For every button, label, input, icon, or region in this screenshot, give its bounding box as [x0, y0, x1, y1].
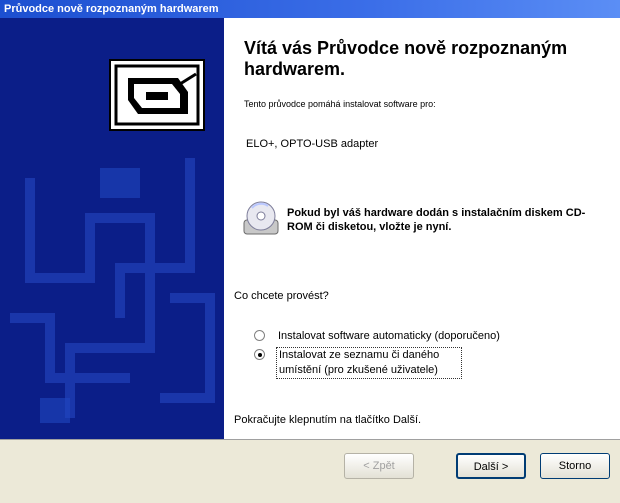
side-panel — [0, 18, 224, 439]
content-area: Vítá vás Průvodce nově rozpoznaným hardw… — [224, 18, 620, 439]
cd-instructions: Pokud byl váš hardware dodán s instalačn… — [287, 207, 586, 233]
radio-list-install[interactable] — [254, 349, 265, 360]
hardware-device-icon — [108, 58, 206, 132]
continue-hint: Pokračujte klepnutím na tlačítko Další. — [234, 414, 422, 426]
device-name: ELO+, OPTO-USB adapter — [246, 138, 379, 150]
window-title: Průvodce nově rozpoznaným hardwarem — [0, 0, 620, 18]
question-label: Co chcete provést? — [234, 290, 329, 302]
option-list-label[interactable]: Instalovat ze seznamu či daného umístění… — [276, 347, 462, 379]
next-button[interactable]: Další > — [456, 453, 526, 479]
wizard-window: Průvodce nově rozpoznaným hardwarem Vítá… — [0, 0, 620, 503]
footer-divider — [0, 439, 620, 440]
option-auto-label[interactable]: Instalovat software automaticky (doporuč… — [278, 329, 500, 344]
subtitle: Tento průvodce pomáhá instalovat softwar… — [244, 99, 436, 109]
cd-rom-icon — [240, 198, 282, 238]
radio-auto-install[interactable] — [254, 330, 265, 341]
back-button[interactable]: < Zpět — [344, 453, 414, 479]
button-bar — [0, 439, 620, 503]
cancel-button[interactable]: Storno — [540, 453, 610, 479]
page-title: Vítá vás Průvodce nově rozpoznaným hardw… — [244, 38, 568, 79]
